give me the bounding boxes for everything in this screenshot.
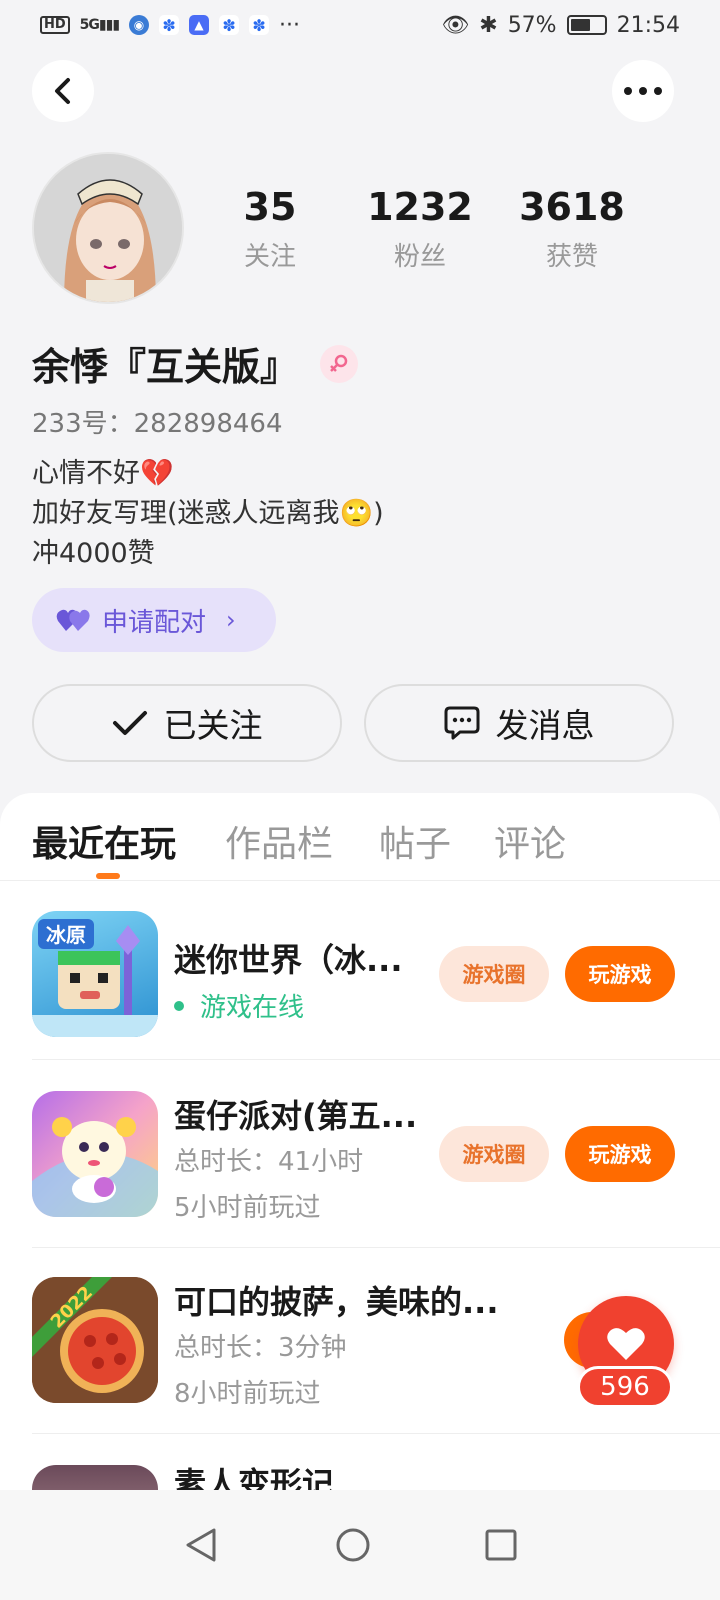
browser-icon: ◉	[129, 15, 150, 35]
last-played: 5小时前玩过	[174, 1193, 321, 1223]
tab-recently-played[interactable]: 最近在玩	[32, 815, 176, 867]
heart-icon	[607, 1328, 645, 1360]
send-message-button[interactable]: 发消息	[364, 684, 674, 762]
play-duration: 总时长：41小时	[174, 1147, 364, 1177]
request-pair-label: 申请配对	[102, 607, 207, 638]
signal-icon: 5G▮▮▮	[79, 17, 120, 33]
nav-home-button[interactable]	[318, 1510, 388, 1580]
game-circle-button[interactable]: 游戏圈	[439, 946, 549, 1002]
play-game-button[interactable]: 玩游戏	[565, 946, 675, 1002]
tab-bar: 最近在玩 作品栏 帖子 评论	[0, 793, 720, 881]
nav-recents-button[interactable]	[466, 1510, 536, 1580]
profile-name-row: 余悸『互关版』	[32, 336, 359, 391]
play-game-button[interactable]: 玩游戏	[565, 1126, 675, 1182]
likes-received-count: 3618	[519, 185, 625, 229]
female-gender-icon	[320, 344, 359, 383]
square-recents-icon	[485, 1529, 517, 1561]
eye-icon: 👁	[441, 12, 470, 38]
triangle-back-icon	[186, 1528, 216, 1562]
following-stat[interactable]: 35 关注	[190, 184, 350, 273]
bio-line: 加好友写理(迷惑人远离我🙄)	[32, 498, 384, 529]
bio-line: 心情不好💔	[32, 458, 174, 489]
back-button[interactable]	[32, 60, 94, 122]
followers-label: 粉丝	[393, 242, 446, 272]
online-dot-icon	[174, 1000, 184, 1011]
baidu-icon: ✽	[159, 15, 180, 35]
baidu-icon-3: ✽	[249, 15, 270, 35]
game-title: 可口的披萨，美味的...	[174, 1283, 499, 1321]
hd-icon: HD	[40, 16, 70, 34]
more-button[interactable]	[612, 60, 674, 122]
baidu-icon-2: ✽	[219, 15, 240, 35]
eggy-party-game-icon	[32, 1091, 158, 1217]
chat-bubble-icon	[444, 706, 479, 740]
school-icon: ▲	[189, 15, 210, 35]
followers-count: 1232	[367, 185, 473, 229]
clock: 21:54	[616, 12, 680, 38]
chevron-left-icon	[55, 78, 70, 104]
profile-name: 余悸『互关版』	[32, 345, 299, 389]
status-bar: HD 5G▮▮▮ ◉ ✽ ▲ ✽ ✽ ··· 👁 ✱ 57% 21:54	[0, 0, 720, 50]
mini-world-game-icon: 冰原	[32, 911, 158, 1037]
online-status-text: 游戏在线	[200, 993, 305, 1023]
list-item[interactable]: 蛋仔派对(第五... 总时长：41小时 5小时前玩过 游戏圈 玩游戏	[32, 1091, 720, 1248]
game-title: 素人变形记	[174, 1465, 335, 1490]
bio: 心情不好💔 加好友写理(迷惑人远离我🙄) 冲4000赞	[32, 454, 384, 574]
more-dots-icon	[624, 87, 662, 95]
chevron-right-icon: ›	[226, 606, 236, 634]
list-item[interactable]: 素人变形记	[32, 1465, 688, 1490]
bluetooth-icon: ✱	[479, 12, 498, 38]
battery-percent: 57%	[507, 12, 557, 38]
tab-works[interactable]: 作品栏	[225, 815, 333, 867]
avatar[interactable]	[32, 152, 184, 304]
online-status: 游戏在线	[174, 987, 304, 1024]
double-heart-icon	[56, 609, 90, 631]
request-pair-button[interactable]: 申请配对 ›	[32, 588, 276, 652]
nav-back-button[interactable]	[166, 1510, 236, 1580]
followed-label: 已关注	[163, 706, 263, 745]
divider	[32, 1059, 720, 1060]
likes-received-label: 获赞	[545, 242, 598, 272]
circle-home-icon	[336, 1528, 370, 1562]
send-message-label: 发消息	[495, 706, 595, 745]
followed-button[interactable]: 已关注	[32, 684, 342, 762]
tab-indicator	[96, 873, 120, 879]
svg-text:冰原: 冰原	[46, 923, 86, 947]
followers-stat[interactable]: 1232 粉丝	[340, 184, 500, 273]
battery-icon	[566, 15, 607, 35]
makeover-game-icon	[32, 1465, 158, 1490]
tab-posts[interactable]: 帖子	[379, 815, 451, 867]
anime-girl-avatar-icon	[34, 154, 182, 302]
play-duration: 总时长：3分钟	[174, 1333, 347, 1363]
like-count: 596	[577, 1366, 673, 1408]
likes-stat[interactable]: 3618 获赞	[492, 184, 652, 273]
game-title: 迷你世界（冰...	[174, 941, 403, 979]
following-count: 35	[243, 185, 297, 229]
checkmark-icon	[112, 711, 147, 735]
divider	[32, 1433, 720, 1434]
following-label: 关注	[243, 242, 296, 272]
pizza-game-icon: 2022	[32, 1277, 158, 1403]
system-navigation-bar	[0, 1490, 720, 1600]
list-item[interactable]: 冰原 迷你世界（冰... 游戏在线 游戏圈 玩游戏	[32, 911, 720, 1060]
tab-comments[interactable]: 评论	[494, 815, 566, 867]
bio-line: 冲4000赞	[32, 538, 155, 569]
more-notifications-icon: ···	[279, 12, 301, 38]
game-circle-button[interactable]: 游戏圈	[439, 1126, 549, 1182]
last-played: 8小时前玩过	[174, 1379, 321, 1409]
divider	[32, 1247, 720, 1248]
user-id: 233号：282898464	[32, 409, 283, 439]
game-title: 蛋仔派对(第五...	[174, 1097, 418, 1135]
